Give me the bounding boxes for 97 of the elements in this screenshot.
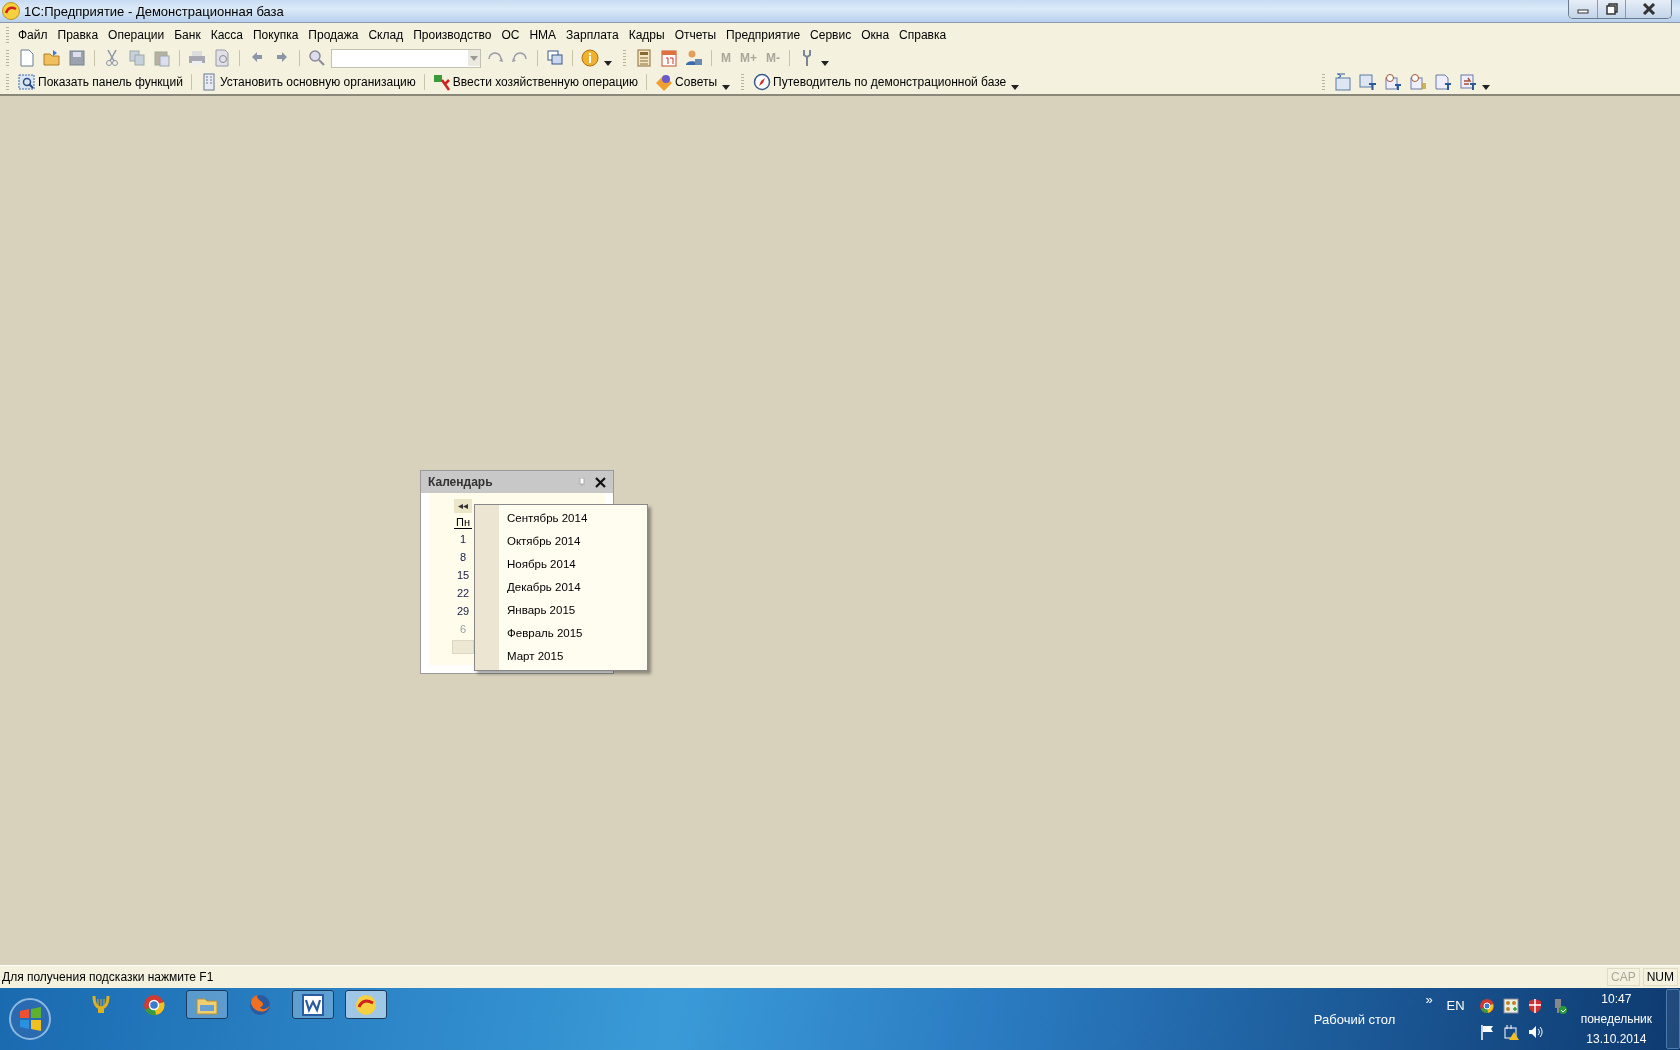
menu-item[interactable]: Производство — [408, 25, 497, 44]
open-folder-icon[interactable] — [43, 49, 61, 67]
toolbar-button[interactable]: Показать панель функций — [16, 73, 185, 91]
menu-item[interactable]: Зарплата — [561, 25, 624, 44]
document-text-icon[interactable] — [1434, 73, 1452, 91]
clock-date[interactable]: 13.10.2014 — [1586, 1032, 1647, 1046]
panel-search-icon — [18, 73, 36, 91]
status-text: Для получения подсказки нажмите F1 — [2, 970, 214, 984]
start-button-icon[interactable] — [8, 997, 52, 1041]
weekday-header: Пн — [454, 516, 472, 529]
table-text-icon[interactable] — [1359, 73, 1377, 91]
menu-item[interactable]: Файл — [13, 25, 53, 44]
toolbar-button[interactable]: Советы — [653, 73, 720, 91]
close-icon[interactable] — [595, 476, 606, 488]
taskbar-button[interactable] — [292, 990, 334, 1019]
close-icon — [1641, 3, 1656, 15]
key-indicator: NUM — [1642, 968, 1678, 986]
menu-item[interactable]: Ноябрь 2014 — [475, 553, 647, 576]
menu-item[interactable]: Справка — [894, 25, 952, 44]
menu-item[interactable]: Правка — [52, 25, 104, 44]
show-desktop-label[interactable]: Рабочий стол — [1313, 1011, 1396, 1027]
speaker-icon[interactable] — [1526, 1024, 1543, 1040]
day-number[interactable]: 15 — [456, 568, 470, 583]
previous-year-button[interactable]: ◂◂ — [454, 499, 472, 513]
menu-item[interactable]: Касса — [205, 25, 248, 44]
shield-icon[interactable] — [1526, 998, 1543, 1014]
menu-item[interactable]: ОС — [496, 25, 525, 44]
search-combo-field[interactable] — [331, 48, 481, 68]
day-number[interactable]: 1 — [459, 532, 467, 547]
caret-icon[interactable] — [722, 85, 731, 90]
chrome-icon — [142, 992, 166, 1017]
menu-item[interactable]: Декабрь 2014 — [475, 576, 647, 599]
menu-item[interactable]: Кадры — [623, 25, 670, 44]
menu-item[interactable]: Февраль 2015 — [475, 622, 647, 645]
menu-item[interactable]: Покупка — [248, 25, 304, 44]
caret-icon[interactable] — [821, 61, 829, 66]
language-indicator[interactable]: EN — [1446, 998, 1465, 1013]
day-number[interactable]: 8 — [459, 550, 467, 565]
menu-item[interactable]: Склад — [363, 25, 409, 44]
key-indicator: CAP — [1607, 968, 1640, 986]
menu-item[interactable]: Окна — [856, 25, 895, 44]
clock-time[interactable]: 10:47 — [1601, 992, 1632, 1006]
caret-icon[interactable] — [1011, 85, 1020, 90]
new-document-icon[interactable] — [18, 49, 36, 67]
network-map-icon[interactable] — [1502, 998, 1519, 1014]
show-desktop-button[interactable] — [1666, 989, 1680, 1049]
search-icon[interactable] — [308, 49, 326, 67]
panel-title: Календарь — [428, 475, 493, 489]
windows-icon[interactable] — [546, 49, 564, 67]
restore-icon — [1605, 3, 1618, 15]
menu-item[interactable]: Отчеты — [669, 25, 722, 44]
tray-expand-button[interactable]: » — [1425, 992, 1433, 1007]
menu-item[interactable]: Операции — [103, 25, 170, 44]
restore-button[interactable] — [1597, 0, 1625, 18]
pin-icon[interactable] — [579, 478, 585, 486]
calculator-icon[interactable] — [635, 49, 653, 67]
swap-text-icon[interactable] — [1459, 73, 1477, 91]
tips-icon — [655, 73, 674, 91]
menu-item[interactable]: Октябрь 2014 — [475, 530, 647, 553]
network-warning-icon[interactable] — [1502, 1024, 1519, 1040]
calendar-icon[interactable] — [660, 49, 678, 67]
print-preview-icon[interactable] — [213, 49, 231, 67]
clock-weekday[interactable]: понедельник — [1580, 1012, 1652, 1026]
menu-item[interactable]: Март 2015 — [475, 645, 647, 668]
menu-item[interactable]: НМА — [524, 25, 562, 44]
toolbar-button[interactable]: Путеводитель по демонстрационной базе — [751, 73, 1009, 91]
taskbar-button[interactable] — [186, 990, 228, 1019]
globe-icon — [248, 992, 272, 1017]
chrome-icon[interactable] — [1478, 998, 1495, 1014]
app-logo-icon — [2, 2, 20, 20]
toolbar-button[interactable]: Ввести хозяйственную операцию — [430, 73, 641, 91]
find-text-icon[interactable] — [1384, 73, 1402, 91]
caret-icon[interactable] — [604, 61, 612, 66]
menu-item[interactable]: Сентябрь 2014 — [475, 507, 647, 530]
caret-icon[interactable] — [1482, 85, 1490, 90]
flag-icon[interactable] — [1478, 1024, 1495, 1040]
app-logo-icon — [354, 992, 378, 1017]
compass-icon — [753, 73, 772, 91]
word-icon — [301, 992, 325, 1017]
menu-item[interactable]: Продажа — [303, 25, 364, 44]
day-number[interactable]: 22 — [456, 586, 470, 601]
find-list-icon[interactable] — [1409, 73, 1427, 91]
menu-item[interactable]: Январь 2015 — [475, 599, 647, 622]
clipboard-icon[interactable] — [153, 49, 171, 67]
printer-icon[interactable] — [188, 49, 206, 67]
menu-item[interactable]: Предприятие — [721, 25, 806, 44]
window-title: 1С:Предприятие - Демонстрационная база — [24, 3, 284, 19]
sum-table-icon[interactable] — [1334, 73, 1352, 91]
user-lock-icon[interactable] — [685, 49, 703, 67]
info-icon[interactable] — [581, 49, 599, 67]
close-button[interactable] — [1625, 0, 1671, 18]
menu-item[interactable]: Сервис — [805, 25, 857, 44]
taskbar-button[interactable] — [345, 990, 387, 1019]
scissors-icon[interactable] — [103, 49, 121, 67]
menu-item[interactable]: Банк — [169, 25, 206, 44]
day-number[interactable]: 29 — [456, 604, 470, 619]
toolbar-button[interactable]: Установить основную организацию — [197, 73, 418, 91]
